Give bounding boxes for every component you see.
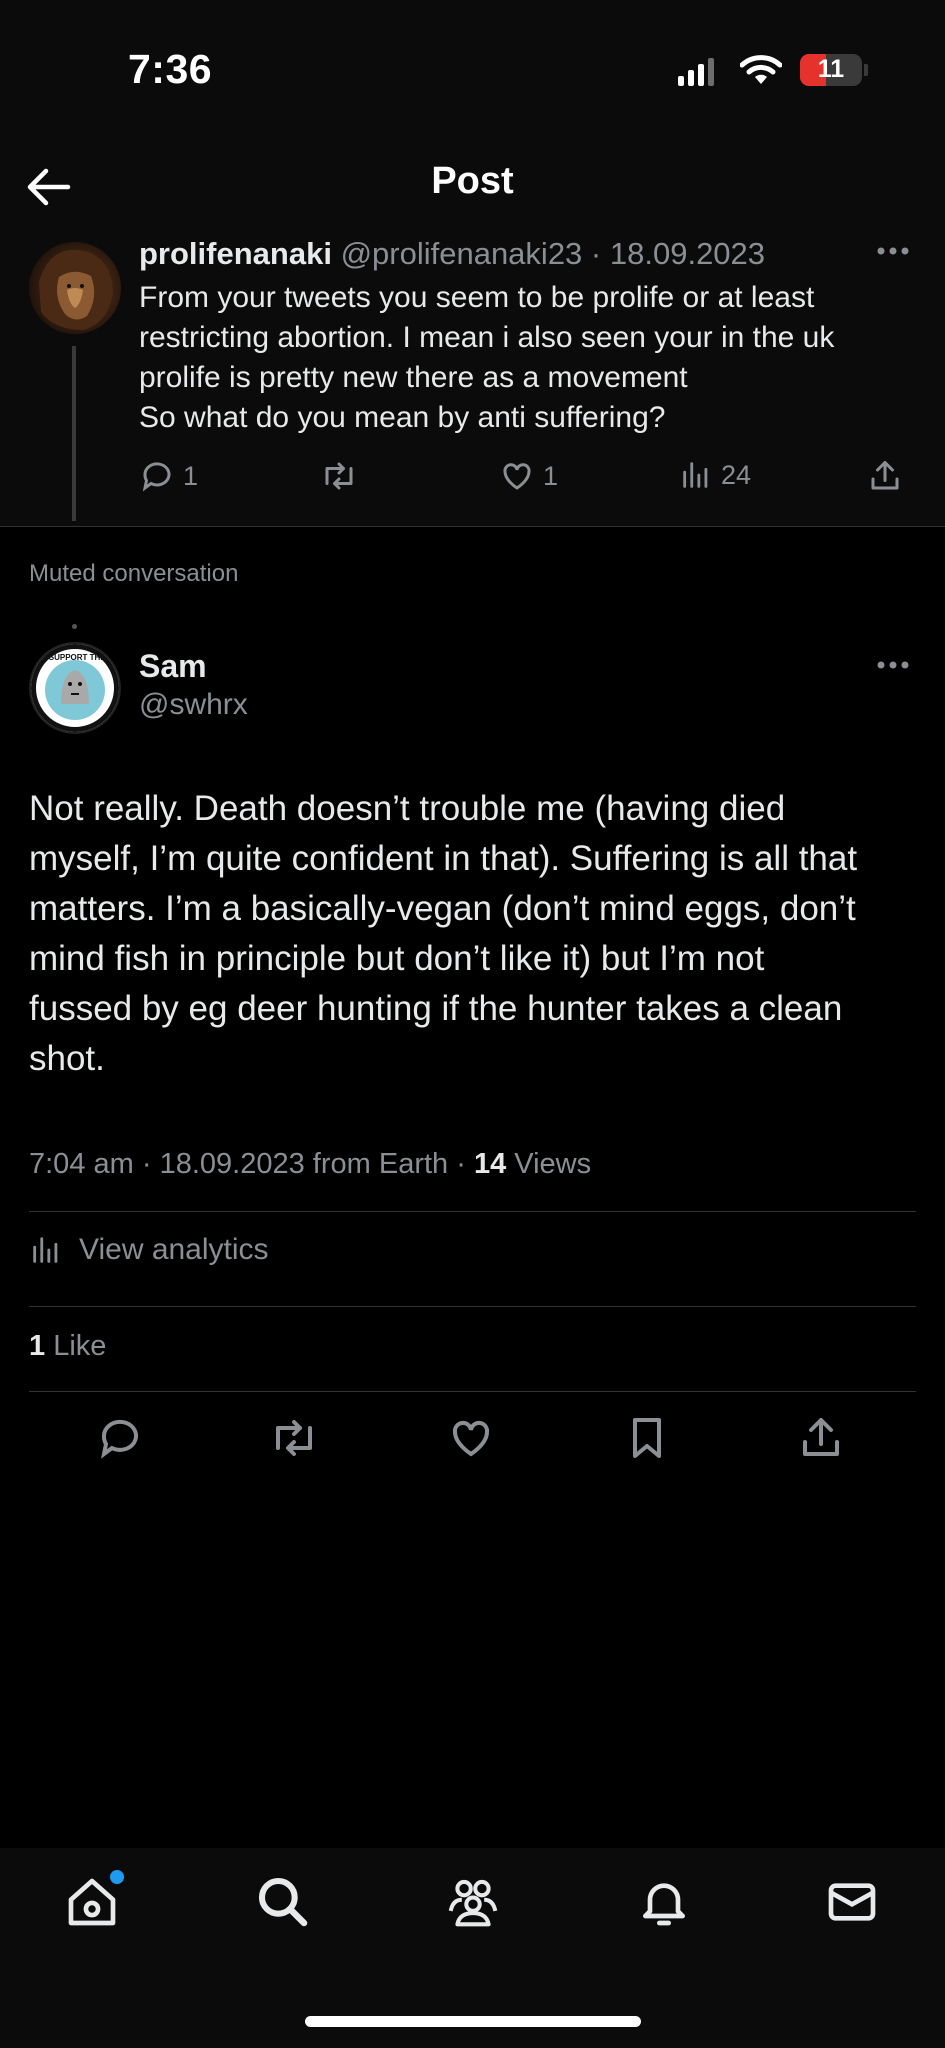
divider [29,1211,916,1212]
repost-action[interactable] [319,458,359,494]
page-title: Post [431,160,514,202]
analytics-icon [33,1237,58,1263]
parent-text-line: From your tweets you seem to be prolife … [139,281,815,314]
share-icon[interactable] [797,1414,845,1462]
tweet-time: 7:04 am [29,1148,134,1180]
author-name[interactable]: Sam [139,648,207,685]
search-icon[interactable] [255,1874,311,1930]
divider [29,1391,916,1392]
parent-tweet-text: From your tweets you seem to be prolife … [139,278,919,438]
muted-conversation-label: Muted conversation [29,560,239,587]
likes-label: Like [53,1330,107,1362]
home-indicator [305,2016,641,2027]
parent-text-line: prolife is pretty new there as a movemen… [139,361,688,394]
tweet-text: Not really. Death doesn’t trouble me (ha… [29,784,919,1084]
tweet-text-line: Not really. Death doesn’t trouble me (ha… [29,789,786,828]
tweet-text-line: mind fish in principle but don’t like it… [29,939,765,978]
repost-icon[interactable] [268,1414,320,1462]
reply-icon [142,462,171,492]
view-count: 24 [721,459,752,490]
share-action[interactable] [867,458,903,494]
views-label: Views [514,1148,592,1180]
heart-icon [503,463,531,490]
battery-icon: 11 [800,54,862,86]
parent-tweet[interactable]: prolifenanaki @prolifenanaki23 · 18.09.2… [0,236,945,526]
status-bar: 7:36 11 [0,0,945,140]
reply-icon[interactable] [96,1414,144,1462]
avatar-text: I SUPPORT THE [44,653,106,662]
like-action[interactable]: 1 [499,458,558,494]
parent-text-line: restricting abortion. I mean i also seen… [139,321,835,354]
wifi-icon [740,55,782,84]
status-time: 7:36 [128,46,213,92]
tweet-date: 18.09.2023 [159,1148,305,1180]
bottom-nav [0,1848,945,2048]
communities-icon[interactable] [444,1874,502,1930]
views-count: 14 [473,1148,507,1180]
divider [29,1306,916,1307]
parent-text-line: So what do you mean by anti suffering? [139,401,666,434]
view-analytics-label: View analytics [79,1233,269,1266]
thread-dot [72,624,77,629]
lion-avatar-image [39,249,113,330]
avatar-prolifenanaki[interactable] [29,242,121,334]
bookmark-icon[interactable] [623,1414,671,1462]
tweet-text-line: myself, I’m quite confident in that). Su… [29,839,858,878]
reply-count: 1 [183,460,199,491]
reply-action[interactable]: 1 [139,458,198,494]
parent-author-name[interactable]: prolifenanaki [139,236,332,271]
cellular-signal-icon [678,58,714,86]
analytics-icon [683,462,708,488]
thread-line [72,346,76,521]
share-icon [871,461,899,490]
parent-separator: · [590,236,602,271]
home-notification-dot [110,1870,124,1884]
tweet-source: from Earth [312,1148,449,1180]
like-count: 1 [543,460,559,491]
tweet-text-line: shot. [29,1039,105,1078]
parent-author-handle[interactable]: @prolifenanaki23 [341,236,583,271]
top-header: Post [0,140,945,236]
tweet-meta: 7:04 am · 18.09.2023 from Earth · 14 Vie… [29,1148,592,1180]
notifications-icon[interactable] [636,1874,692,1930]
battery-level: 11 [817,55,845,83]
battery-nub [864,64,868,76]
likes-summary[interactable]: 1 Like [29,1330,106,1363]
messages-icon[interactable] [824,1874,880,1930]
back-arrow-icon[interactable] [22,162,74,212]
views-action[interactable]: 24 [679,458,751,492]
view-analytics-link[interactable]: View analytics [29,1232,269,1268]
repost-icon [325,462,353,490]
heart-icon[interactable] [447,1414,495,1462]
parent-author-line: prolifenanaki @prolifenanaki23 · 18.09.2… [139,236,765,272]
parent-action-bar: 1 1 24 [139,458,919,508]
author-handle[interactable]: @swhrx [139,688,248,722]
avatar-sam[interactable]: I SUPPORT THE [29,642,121,734]
likes-count: 1 [29,1330,46,1362]
divider [0,526,945,527]
parent-date[interactable]: 18.09.2023 [610,236,765,271]
more-options-icon[interactable] [876,660,910,670]
more-options-icon[interactable] [876,246,910,256]
tweet-text-line: fussed by eg deer hunting if the hunter … [29,989,843,1028]
tweet-action-bar [0,1414,945,1474]
tweet-text-line: matters. I’m a basically-vegan (don’t mi… [29,889,856,928]
npc-badge-avatar-image: I SUPPORT THE [31,644,119,732]
